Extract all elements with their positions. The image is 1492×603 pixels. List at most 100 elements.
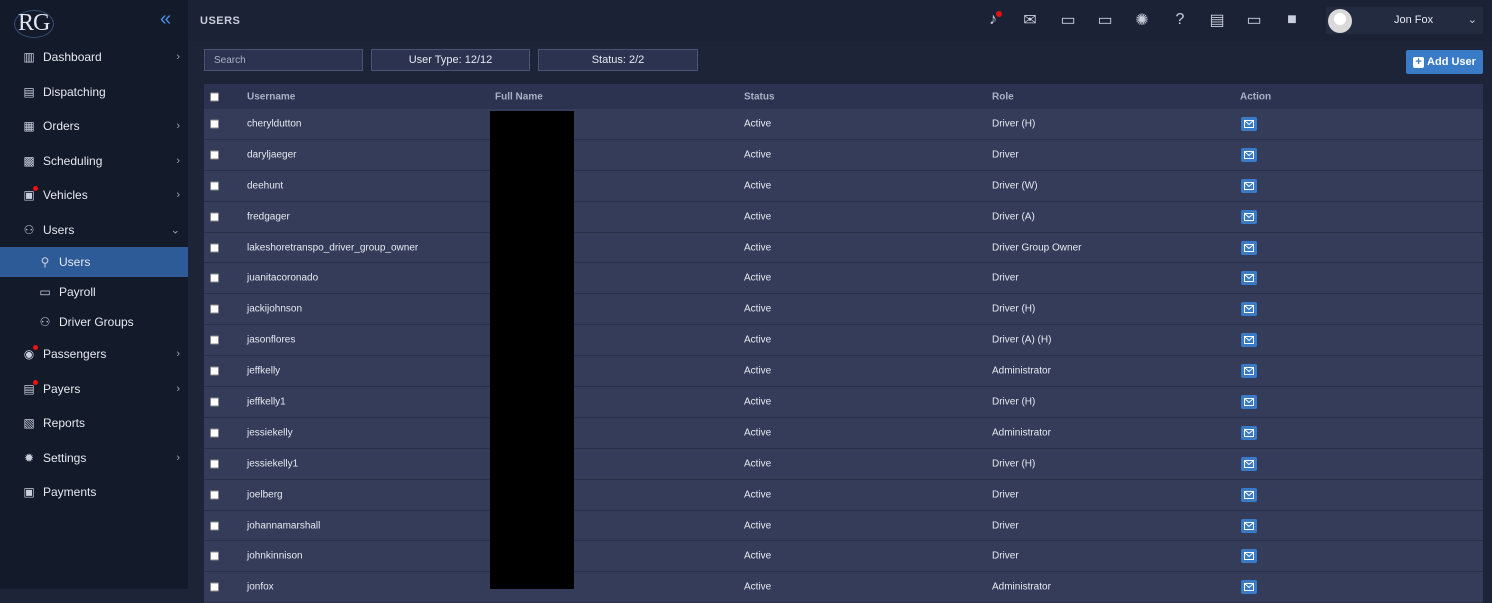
send-email-button[interactable] — [1241, 487, 1257, 502]
sidebar-item-dashboard[interactable]: ▥ Dashboard › — [0, 40, 188, 75]
user-type-filter[interactable]: User Type: 12/12 — [371, 49, 530, 71]
table-row[interactable]: cheryldutton Active Driver (H) — [204, 109, 1483, 140]
table-row[interactable]: johnkinnison Active Driver — [204, 541, 1483, 573]
send-email-button[interactable] — [1241, 209, 1257, 224]
row-checkbox[interactable] — [210, 181, 219, 191]
role-cell: Driver (H) — [992, 118, 1036, 130]
table-row[interactable]: daryljaeger Active Driver — [204, 139, 1483, 171]
sidebar-item-reports[interactable]: ▧ Reports — [0, 406, 188, 441]
chevron-icon: › — [176, 348, 180, 361]
sidebar-item-label: Payers — [43, 381, 81, 396]
sidebar-item-payers[interactable]: ▤ Payers › — [0, 372, 188, 407]
status-filter[interactable]: Status: 2/2 — [538, 49, 698, 71]
envelope-icon — [1244, 150, 1254, 159]
send-email-button[interactable] — [1241, 549, 1257, 564]
sidebar-subitem-users[interactable]: ⚲ Users — [0, 247, 188, 277]
table-row[interactable]: jessiekelly Active Administrator — [204, 417, 1483, 449]
sidebar-item-label: Passengers — [43, 347, 107, 362]
table-row[interactable]: jasonflores Active Driver (A) (H) — [204, 325, 1483, 357]
table-row[interactable]: deehunt Active Driver (W) — [204, 170, 1483, 202]
send-email-button[interactable] — [1241, 425, 1257, 440]
sidebar-item-payments[interactable]: ▣ Payments — [0, 475, 188, 510]
users-table: Username Full Name Status Role Action ch… — [204, 84, 1483, 603]
video-icon[interactable]: ■ — [1285, 11, 1299, 28]
row-checkbox[interactable] — [210, 551, 219, 561]
send-email-button[interactable] — [1241, 580, 1257, 595]
collapse-sidebar-icon[interactable]: « — [160, 9, 180, 29]
send-email-button[interactable] — [1241, 302, 1257, 317]
row-checkbox[interactable] — [210, 119, 219, 129]
user-menu[interactable]: Jon Fox ⌄ — [1326, 7, 1483, 34]
sidebar-item-scheduling[interactable]: ▩ Scheduling › — [0, 144, 188, 179]
user-name: Jon Fox — [1394, 14, 1434, 26]
row-checkbox[interactable] — [210, 582, 219, 592]
row-checkbox[interactable] — [210, 521, 219, 531]
row-checkbox[interactable] — [210, 273, 219, 283]
document-icon[interactable]: ▤ — [1209, 12, 1224, 29]
table-row[interactable]: jonfox Active Administrator — [204, 572, 1483, 603]
logo: RG — [18, 10, 50, 36]
send-email-button[interactable] — [1241, 333, 1257, 348]
table-row[interactable]: jackijohnson Active Driver (H) — [204, 294, 1483, 326]
table-row[interactable]: lakeshoretranspo_driver_group_owner Activ… — [204, 232, 1483, 264]
table-row[interactable]: jeffkelly Active Administrator — [204, 356, 1483, 388]
add-user-button[interactable]: + Add User — [1406, 50, 1483, 74]
sidebar-item-settings[interactable]: ✹ Settings › — [0, 441, 188, 476]
reports-icon: ▧ — [23, 416, 35, 431]
row-checkbox[interactable] — [210, 428, 219, 438]
row-checkbox[interactable] — [210, 212, 219, 222]
row-checkbox[interactable] — [210, 243, 219, 252]
send-email-button[interactable] — [1241, 240, 1257, 255]
gear-icon: ✹ — [23, 450, 35, 465]
row-checkbox[interactable] — [210, 366, 219, 376]
chevron-icon: › — [176, 120, 180, 133]
sidebar-subitem-payroll[interactable]: ▭ Payroll — [0, 277, 188, 307]
mail-open-icon[interactable]: ✉ — [1023, 12, 1037, 29]
card-icon: ▭ — [39, 285, 51, 299]
send-email-button[interactable] — [1241, 116, 1257, 131]
row-checkbox[interactable] — [210, 397, 219, 407]
sidebar-item-orders[interactable]: ▦ Orders › — [0, 109, 188, 144]
username-cell: jessiekelly — [247, 427, 293, 439]
sidebar-item-users[interactable]: ⚇ Users ⌄ — [0, 213, 188, 248]
table-row[interactable]: fredgager Active Driver (A) — [204, 201, 1483, 233]
status-cell: Active — [744, 365, 772, 377]
row-checkbox[interactable] — [210, 490, 219, 500]
table-row[interactable]: joelberg Active Driver — [204, 479, 1483, 511]
row-checkbox[interactable] — [210, 335, 219, 345]
send-email-button[interactable] — [1241, 271, 1257, 286]
select-all-checkbox[interactable] — [210, 92, 219, 101]
sidebar-item-dispatching[interactable]: ▤ Dispatching — [0, 75, 188, 110]
send-email-button[interactable] — [1241, 178, 1257, 193]
send-email-button[interactable] — [1241, 518, 1257, 533]
table-row[interactable]: jessiekelly1 Active Driver (H) — [204, 448, 1483, 480]
notification-dot — [33, 379, 38, 385]
status-cell: Active — [744, 427, 772, 439]
send-email-button[interactable] — [1241, 394, 1257, 409]
send-email-button[interactable] — [1241, 364, 1257, 379]
help-icon[interactable]: ? — [1173, 11, 1187, 28]
chat-icon[interactable]: ▭ — [1097, 12, 1112, 29]
table-row[interactable]: juanitacoronado Active Driver — [204, 263, 1483, 295]
search-input[interactable] — [204, 49, 363, 71]
row-checkbox[interactable] — [210, 304, 219, 314]
sidebar-subitem-driver-groups[interactable]: ⚇ Driver Groups — [0, 307, 188, 337]
bug-icon[interactable]: ✺ — [1135, 12, 1149, 29]
table-row[interactable]: johannamarshall Active Driver — [204, 510, 1483, 542]
sidebar-item-passengers[interactable]: ◉ Passengers › — [0, 337, 188, 372]
send-email-button[interactable] — [1241, 456, 1257, 471]
notification-bell-icon[interactable]: ♪ — [986, 11, 1002, 28]
status-cell: Active — [744, 272, 772, 284]
status-cell: Active — [744, 118, 772, 130]
table-row[interactable]: jeffkelly1 Active Driver (H) — [204, 387, 1483, 418]
row-checkbox[interactable] — [210, 459, 219, 469]
username-cell: jonfox — [247, 581, 274, 593]
cast-icon[interactable]: ▭ — [1246, 12, 1261, 29]
sidebar-item-vehicles[interactable]: ▣ Vehicles › — [0, 178, 188, 213]
send-email-button[interactable] — [1241, 147, 1257, 162]
status-cell: Active — [744, 242, 772, 253]
row-checkbox[interactable] — [210, 150, 219, 160]
username-cell: johnkinnison — [247, 550, 303, 562]
chat-add-icon[interactable]: ▭ — [1060, 12, 1075, 29]
username-cell: daryljaeger — [247, 149, 297, 161]
